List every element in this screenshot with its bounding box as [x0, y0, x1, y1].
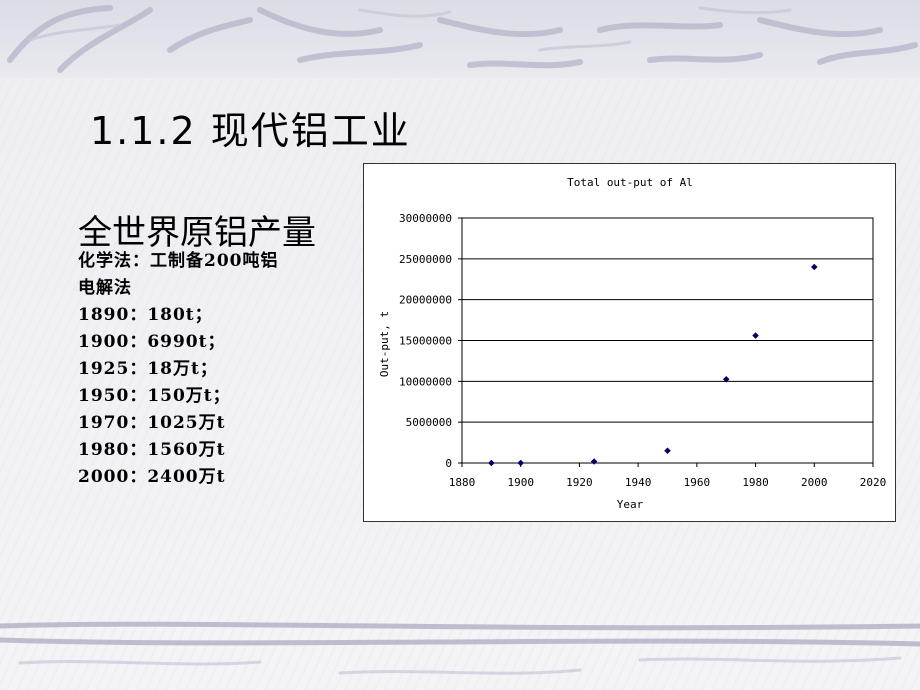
data-point	[590, 458, 598, 465]
data-point	[810, 263, 818, 271]
x-tick-label: 2000	[801, 476, 828, 489]
x-tick-label: 1960	[684, 476, 711, 489]
y-tick-label: 30000000	[399, 212, 452, 225]
data-point	[752, 332, 759, 339]
x-tick-label: 1940	[625, 476, 652, 489]
y-tick-label: 25000000	[399, 253, 452, 266]
y-tick-label: 20000000	[399, 294, 452, 307]
list-item: 2000：2400万t	[78, 467, 226, 487]
header-decoration	[0, 0, 920, 78]
production-list: 化学法：工制备200吨铝 电解法 1890：180t； 1900：6990t； …	[78, 248, 279, 491]
chart-canvas: Total out-put of Al Year Out-put, t 0 500…	[378, 176, 887, 511]
x-tick-label: 1980	[742, 476, 769, 489]
y-tick-label: 0	[445, 457, 452, 470]
list-item: 化学法：工制备200吨铝	[78, 251, 279, 271]
chart-title: Total out-put of Al	[567, 176, 693, 189]
scatter-chart: Total out-put of Al Year Out-put, t 0 500…	[363, 163, 896, 522]
list-item: 1925：18万t；	[78, 359, 218, 379]
x-axis-label: Year	[617, 498, 644, 511]
list-item: 1900：6990t；	[78, 332, 226, 352]
y-tick-label: 15000000	[399, 335, 452, 348]
list-item: 1980：1560万t	[78, 440, 226, 460]
list-item: 1890：180t；	[78, 305, 213, 325]
data-point	[517, 459, 525, 467]
y-tick-label: 10000000	[399, 375, 452, 388]
data-point	[488, 459, 495, 467]
y-axis-label: Out-put, t	[378, 311, 391, 377]
x-tick-label: 2020	[860, 476, 887, 489]
slide-subtitle: 全世界原铝产量	[78, 213, 316, 253]
list-item: 1970：1025万t	[78, 413, 226, 433]
list-item: 1950：150万t；	[78, 386, 231, 406]
y-tick-label: 5000000	[406, 416, 452, 429]
x-tick-label: 1880	[449, 476, 476, 489]
x-tick-label: 1920	[566, 476, 593, 489]
list-item: 电解法	[78, 278, 132, 298]
data-point	[664, 447, 671, 455]
x-tick-label: 1900	[507, 476, 534, 489]
slide-title: 1.1.2 现代铝工业	[90, 109, 411, 153]
footer-decoration	[0, 621, 920, 675]
swirl-pattern	[7, 5, 918, 73]
